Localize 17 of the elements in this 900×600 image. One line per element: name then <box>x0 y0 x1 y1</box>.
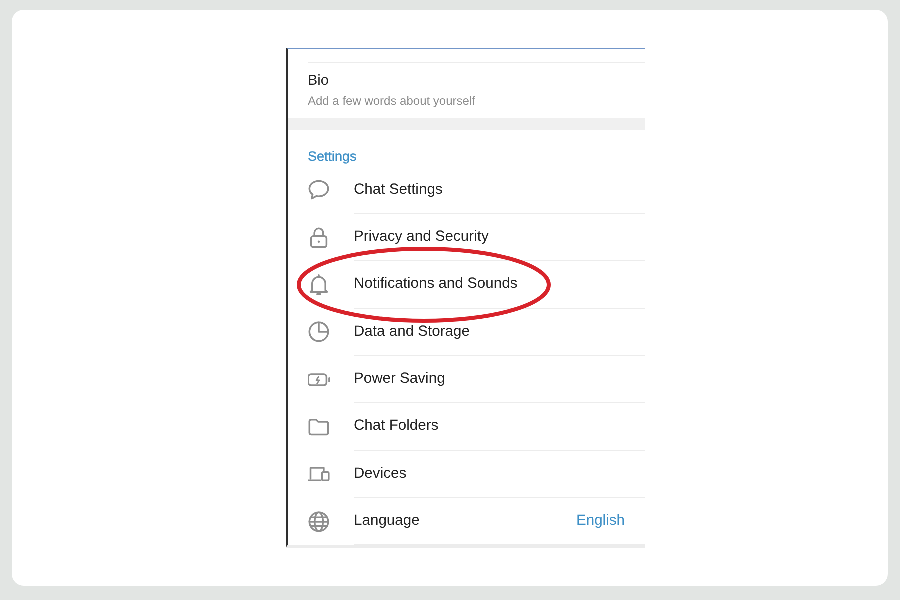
section-header: Settings <box>308 149 357 165</box>
setting-value: English <box>576 512 625 532</box>
globe-icon <box>308 510 330 533</box>
settings-menu-item[interactable]: Data and Storage <box>288 308 645 356</box>
settings-menu-item[interactable]: Language English <box>288 498 645 546</box>
bell-icon <box>308 274 330 296</box>
settings-menu-item[interactable]: Privacy and Security <box>288 214 645 262</box>
padlock-icon <box>308 226 330 249</box>
settings-menu-item[interactable]: Power Saving <box>288 356 645 404</box>
settings-menu-item[interactable]: Chat Folders <box>288 403 645 451</box>
settings-menu-item[interactable]: Notifications and Sounds <box>288 261 645 309</box>
pie-chart-icon <box>308 321 330 344</box>
settings-menu-item[interactable]: Devices <box>288 450 645 498</box>
bio-title[interactable]: Bio <box>308 72 329 90</box>
chat-bubble-icon <box>308 179 330 202</box>
bio-description: Add a few words about yourself <box>308 93 476 109</box>
settings-menu-item[interactable]: Chat Settings <box>288 166 645 214</box>
